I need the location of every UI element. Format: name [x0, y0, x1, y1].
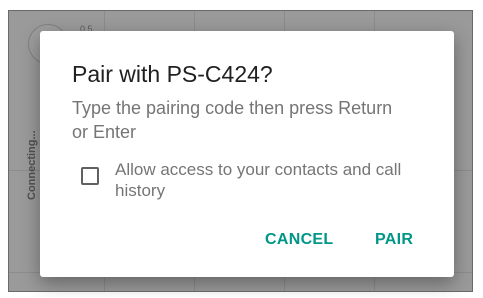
- dialog-title: Pair with PS-C424?: [72, 61, 273, 87]
- pair-button[interactable]: PAIR: [375, 231, 413, 249]
- contacts-access-checkbox[interactable]: [81, 167, 99, 185]
- pairing-dialog: Pair with PS-C424? Type the pairing code…: [40, 31, 454, 277]
- dialog-message: Type the pairing code then press Return …: [72, 98, 393, 142]
- cancel-button[interactable]: CANCEL: [265, 231, 333, 249]
- contacts-access-option[interactable]: Allow access to your contacts and call h…: [81, 159, 441, 203]
- contacts-access-label[interactable]: Allow access to your contacts and call h…: [115, 159, 435, 201]
